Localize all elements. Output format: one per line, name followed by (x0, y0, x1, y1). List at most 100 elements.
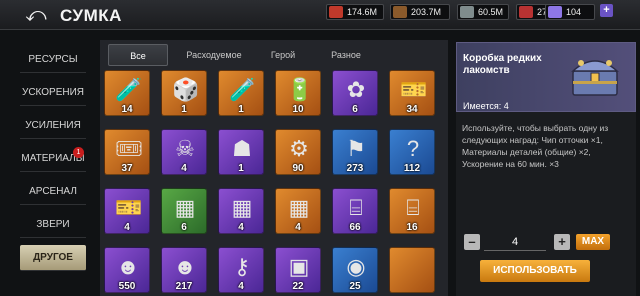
blue-flag-icon: ⚑ (346, 136, 366, 161)
resource-wood-value: 203.7M (411, 7, 442, 17)
green-device-icon: ⌸ (406, 195, 420, 220)
item-count: 14 (121, 104, 133, 115)
quantity-underline (484, 250, 546, 251)
inventory-item-slot[interactable]: ▦ 6 (161, 188, 207, 234)
max-button[interactable]: MAX (576, 234, 610, 250)
item-count: 273 (346, 163, 364, 174)
inventory-item-slot[interactable]: 🎟 37 (104, 129, 150, 175)
item-count: 37 (121, 163, 133, 174)
inventory-item-slot[interactable]: ✿ 6 (332, 70, 378, 116)
tab-all[interactable]: Все (108, 44, 168, 66)
tab-misc[interactable]: Разное (316, 44, 376, 66)
item-count: 34 (406, 104, 418, 115)
purple-ticket-icon: 🎟 (115, 136, 143, 161)
use-button[interactable]: ИСПОЛЬЗОВАТЬ (480, 260, 590, 282)
circuit-board-icon: 🔋 (286, 77, 314, 102)
nav-item-materials[interactable]: МАТЕРИАЛЫ 1 (20, 146, 86, 172)
item-count: 90 (292, 163, 304, 174)
red-orb-icon: ◉ (346, 254, 366, 279)
zombie-soldier-icon: ☻ (173, 254, 197, 279)
nav-item-beasts[interactable]: ЗВЕРИ (20, 212, 86, 238)
inventory-item-slot[interactable]: ⌸ 66 (332, 188, 378, 234)
item-count: 112 (403, 163, 421, 174)
blue-potion-icon: 🧪 (229, 77, 257, 102)
lily-flower-icon: ✿ (346, 77, 366, 102)
item-count: 1 (238, 104, 244, 115)
inventory-item-slot[interactable]: ? 112 (389, 129, 435, 175)
tab-consumables[interactable]: Расходуемое (176, 44, 252, 66)
inventory-item-slot[interactable] (389, 247, 435, 293)
decrease-button[interactable]: – (464, 234, 480, 250)
item-count: 6 (181, 222, 187, 233)
inventory-item-slot[interactable]: 🎫 34 (389, 70, 435, 116)
item-detail-header: Коробка редких лакомств Имеется: 4 (456, 42, 636, 112)
wooden-crate-icon: ▦ (174, 195, 196, 220)
add-gems-button[interactable]: + (600, 4, 613, 17)
resource-metal[interactable]: 60.5M (457, 4, 509, 20)
filter-tabs: Все Расходуемое Герой Разное (108, 44, 440, 66)
inventory-item-slot[interactable]: ▣ 22 (275, 247, 321, 293)
oil-icon (519, 6, 533, 18)
inventory-item-slot[interactable]: 🧪 14 (104, 70, 150, 116)
inventory-item-slot[interactable]: 🔋 10 (275, 70, 321, 116)
green-potion-icon: 🧪 (115, 77, 143, 102)
item-count: 1 (181, 104, 187, 115)
item-name: Коробка редких лакомств (463, 53, 542, 76)
increase-button[interactable]: + (554, 234, 570, 250)
inventory-item-slot[interactable]: ▦ 4 (275, 188, 321, 234)
back-arrow-icon[interactable]: ⤺ (24, 4, 48, 26)
gold-mask-icon: ☗ (232, 136, 252, 161)
quantity-stepper: – 4 + MAX (464, 234, 634, 252)
zombie-soldier-icon: ☻ (116, 254, 140, 279)
inventory-item-slot[interactable]: ◉ 25 (332, 247, 378, 293)
inventory-item-slot[interactable]: ☻ 550 (104, 247, 150, 293)
inventory-item-slot[interactable]: ⌸ 16 (389, 188, 435, 234)
metal-icon (460, 6, 474, 18)
nav-item-boosts[interactable]: УСИЛЕНИЯ (20, 113, 86, 139)
item-count: 4 (181, 163, 187, 174)
item-count: 217 (175, 281, 193, 292)
gold-ticket-icon: 🎫 (115, 195, 143, 220)
resource-wood[interactable]: 203.7M (390, 4, 450, 20)
inventory-item-slot[interactable]: 🎫 4 (104, 188, 150, 234)
inventory-item-slot[interactable]: ⚷ 4 (218, 247, 264, 293)
page-title: СУМКА (60, 6, 122, 25)
item-count: 22 (292, 281, 304, 292)
inventory-item-slot[interactable]: ☠ 4 (161, 129, 207, 175)
tab-hero[interactable]: Герой (258, 44, 308, 66)
inventory-item-slot[interactable]: ⚑ 273 (332, 129, 378, 175)
inventory-item-slot[interactable]: 🎲 1 (161, 70, 207, 116)
nav-item-resources[interactable]: РЕСУРСЫ (20, 47, 86, 73)
nav-item-other[interactable]: ДРУГОЕ (20, 245, 86, 271)
inventory-item-slot[interactable]: 🧪 1 (218, 70, 264, 116)
resource-food[interactable]: 174.6M (326, 4, 384, 20)
item-count: 25 (349, 281, 361, 292)
inventory-item-slot[interactable]: ⚙ 90 (275, 129, 321, 175)
nav-item-arsenal[interactable]: АРСЕНАЛ (20, 179, 86, 205)
item-count: 10 (292, 104, 304, 115)
item-count: 4 (238, 281, 244, 292)
item-detail-panel: Коробка редких лакомств Имеется: 4 Испол… (456, 42, 636, 296)
inventory-item-slot[interactable]: ☗ 1 (218, 129, 264, 175)
inventory-item-slot[interactable]: ▦ 4 (218, 188, 264, 234)
notification-badge: 1 (73, 147, 84, 158)
item-count: 4 (124, 222, 130, 233)
wooden-crate-icon: ▦ (231, 195, 253, 220)
quantity-input[interactable]: 4 (484, 234, 546, 250)
wooden-crate-icon: ▦ (288, 195, 310, 220)
nav-item-speedups[interactable]: УСКОРЕНИЯ (20, 80, 86, 106)
item-count: 1 (238, 163, 244, 174)
resource-metal-value: 60.5M (478, 7, 504, 17)
inventory-item-slot[interactable]: ☻ 217 (161, 247, 207, 293)
dice-icon: 🎲 (172, 77, 200, 102)
wood-icon (393, 6, 407, 18)
silver-key-icon: ⚷ (233, 254, 251, 279)
item-description: Используйте, чтобы выбрать одну из следу… (462, 123, 609, 169)
resource-gems[interactable]: 104 (545, 4, 595, 20)
inventory-panel: Все Расходуемое Герой Разное 🧪 14 🎲 1 🧪 1 🔋 10 ✿… (100, 40, 448, 296)
item-count: 16 (406, 222, 418, 233)
gem-icon (548, 6, 562, 18)
item-count: 6 (352, 104, 358, 115)
meat-icon (329, 6, 343, 18)
blue-ticket-icon: 🎫 (400, 77, 428, 102)
